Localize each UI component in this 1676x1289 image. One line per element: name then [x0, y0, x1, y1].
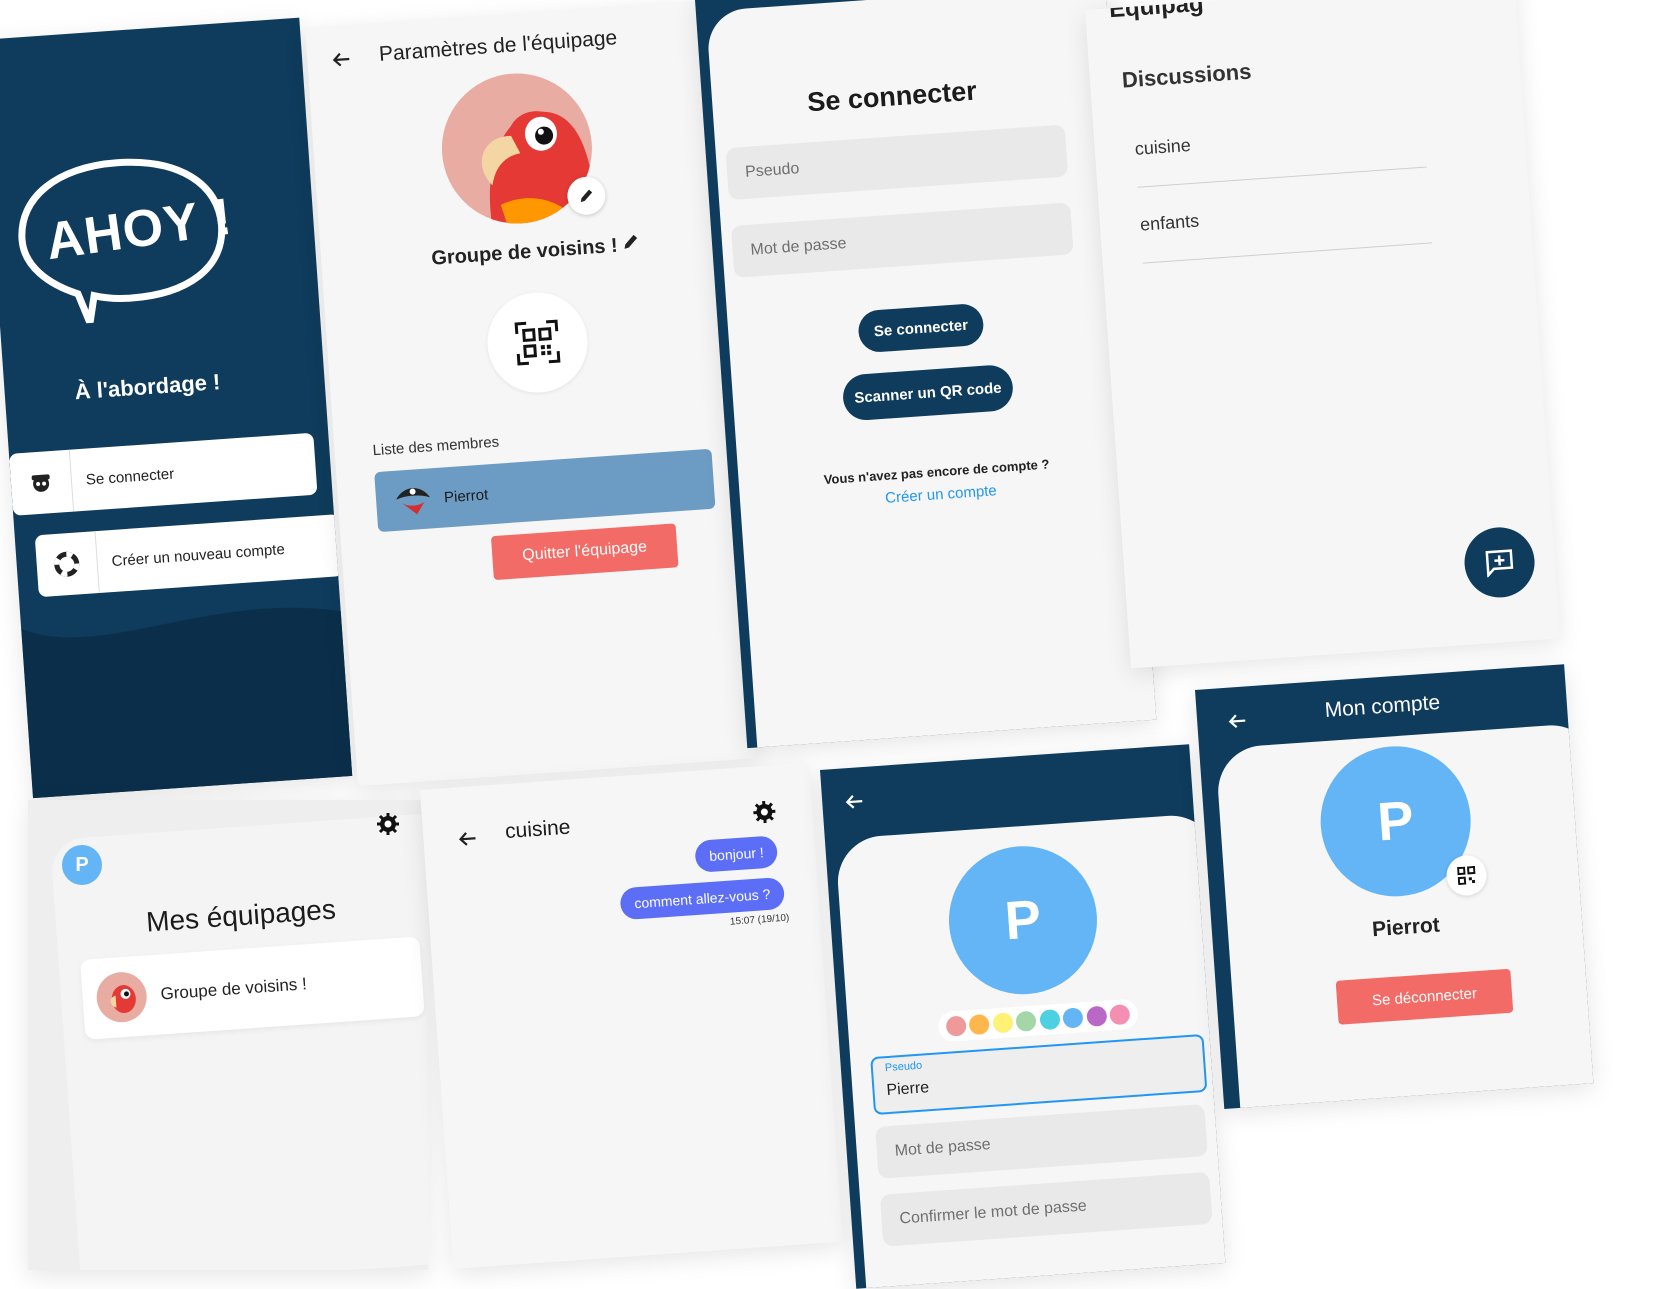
group-name: Groupe de voisins !	[430, 234, 619, 270]
chat-screen: cuisine bonjour ! comment allez-vous ? 1…	[420, 762, 843, 1269]
discussions-title: Discussions	[1121, 58, 1253, 93]
account-name: Pierrot	[1371, 913, 1441, 942]
settings-gear-icon[interactable]	[376, 812, 400, 841]
login-button[interactable]: Se connecter	[857, 302, 985, 354]
pirate-hat-icon	[393, 479, 434, 521]
color-swatch[interactable]	[1015, 1010, 1037, 1032]
account-screen: Mon compte P Pierrot Se déconnecter	[1195, 664, 1594, 1109]
back-arrow-icon[interactable]	[1224, 708, 1250, 739]
message-bubble: bonjour !	[694, 835, 779, 873]
discussion-item-label: enfants	[1139, 210, 1200, 235]
wave-decoration	[21, 607, 353, 799]
login-screen: Se connecter Pseudo Mot de passe Se conn…	[695, 0, 1157, 749]
back-arrow-icon[interactable]	[328, 47, 354, 78]
color-swatch[interactable]	[968, 1013, 991, 1036]
qr-code-button[interactable]	[484, 289, 591, 396]
member-row[interactable]: Pierrot	[374, 448, 716, 533]
page-title: Paramètres de l'équipage	[378, 26, 618, 66]
discussions-screen: Équipag Discussions cuisine enfants	[1085, 0, 1560, 669]
create-account-label: Créer un nouveau compte	[111, 540, 286, 570]
signup-screen: P Pseudo Pierre Mot de passe Confirmer l…	[820, 744, 1226, 1289]
welcome-screen: AHOY ! À l'abordage ! Se connecter Créer…	[0, 17, 353, 799]
header-partial-title: Équipag	[1108, 0, 1205, 24]
member-name: Pierrot	[443, 485, 489, 506]
color-swatch[interactable]	[1062, 1007, 1084, 1029]
account-title: Mon compte	[1323, 690, 1441, 722]
crew-settings-screen: Paramètres de l'équipage Groupe de voisi…	[305, 0, 758, 787]
user-avatar[interactable]: P	[62, 845, 102, 885]
parrot-icon	[95, 970, 149, 1024]
pirate-icon	[8, 449, 75, 516]
discussion-item-label: cuisine	[1134, 134, 1192, 159]
color-swatch[interactable]	[1039, 1008, 1061, 1031]
color-swatch[interactable]	[992, 1012, 1014, 1034]
lifebuoy-icon	[34, 531, 100, 598]
edit-name-icon[interactable]	[620, 231, 642, 257]
color-swatch[interactable]	[945, 1015, 967, 1037]
message-timestamp: 15:07 (19/10)	[729, 912, 790, 928]
back-arrow-icon[interactable]	[841, 789, 867, 820]
color-swatch[interactable]	[1085, 1005, 1108, 1027]
edit-avatar-icon[interactable]	[566, 175, 607, 217]
discussion-item-cuisine[interactable]: cuisine	[1134, 119, 1427, 191]
members-label: Liste des membres	[372, 433, 500, 460]
add-chat-icon	[1485, 549, 1514, 578]
my-crews-screen: P Mes équipages Groupe de voisins !	[28, 800, 428, 1270]
login-option-label: Se connecter	[85, 465, 175, 489]
discussion-item-enfants[interactable]: enfants	[1139, 194, 1432, 266]
qr-code-icon	[514, 319, 561, 366]
username-label: Pseudo	[884, 1059, 923, 1075]
welcome-tagline: À l'abordage !	[73, 369, 222, 405]
my-crews-card	[50, 812, 428, 1270]
new-discussion-fab[interactable]	[1462, 525, 1537, 600]
crew-name: Groupe de voisins !	[159, 974, 308, 1004]
username-value: Pierre	[885, 1079, 930, 1100]
login-option[interactable]: Se connecter	[8, 432, 318, 516]
settings-gear-icon[interactable]	[752, 799, 778, 830]
color-swatch[interactable]	[1109, 1003, 1131, 1026]
leave-crew-button[interactable]: Quitter l'équipage	[490, 523, 679, 581]
back-arrow-icon[interactable]	[455, 826, 481, 857]
chat-title: cuisine	[504, 815, 572, 844]
